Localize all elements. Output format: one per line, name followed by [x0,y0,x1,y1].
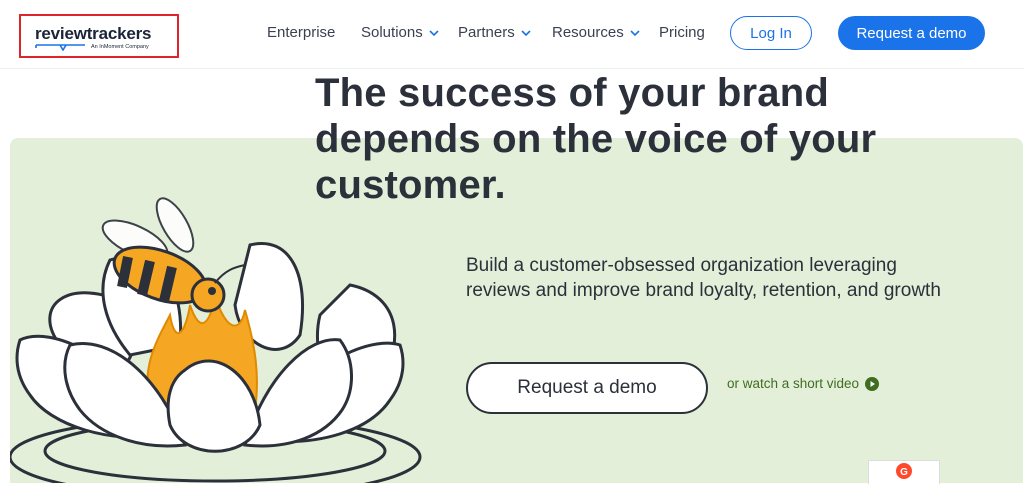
nav-enterprise[interactable]: Enterprise [267,24,335,41]
nav-pricing[interactable]: Pricing [659,24,705,41]
site-header: reviewtrackers An InMoment Company Enter… [0,0,1024,69]
g2-badge: G [868,460,940,484]
logo[interactable]: reviewtrackers An InMoment Company [19,14,179,58]
nav-partners-label: Partners [458,24,515,41]
speech-bubble-icon [35,44,85,51]
nav-solutions[interactable]: Solutions [361,24,441,41]
chevron-down-icon [630,29,640,36]
watch-video-link[interactable]: or watch a short video [727,376,880,391]
nav-pricing-label: Pricing [659,24,705,41]
chevron-down-icon [521,29,531,36]
play-icon [865,376,880,391]
g2-letter: G [900,467,908,478]
request-demo-hero-button[interactable]: Request a demo [466,362,708,414]
lotus-illustration [10,197,422,483]
hero-subheadline: Build a customer-obsessed organization l… [466,255,941,301]
logo-wordmark: reviewtrackers [35,24,152,43]
nav-enterprise-label: Enterprise [267,24,336,41]
nav-resources-label: Resources [552,24,624,41]
login-button[interactable]: Log In [730,16,812,50]
request-demo-header-button[interactable]: Request a demo [838,16,985,50]
nav-partners[interactable]: Partners [458,24,533,41]
g2-icon: G [896,463,912,479]
watch-video-label: or watch a short video [727,376,860,391]
hero-headline: The success of your brand depends on the… [315,71,877,207]
nav-resources[interactable]: Resources [552,24,642,41]
chevron-down-icon [429,29,439,36]
nav-solutions-label: Solutions [361,24,423,41]
logo-tagline: An InMoment Company [91,44,149,50]
